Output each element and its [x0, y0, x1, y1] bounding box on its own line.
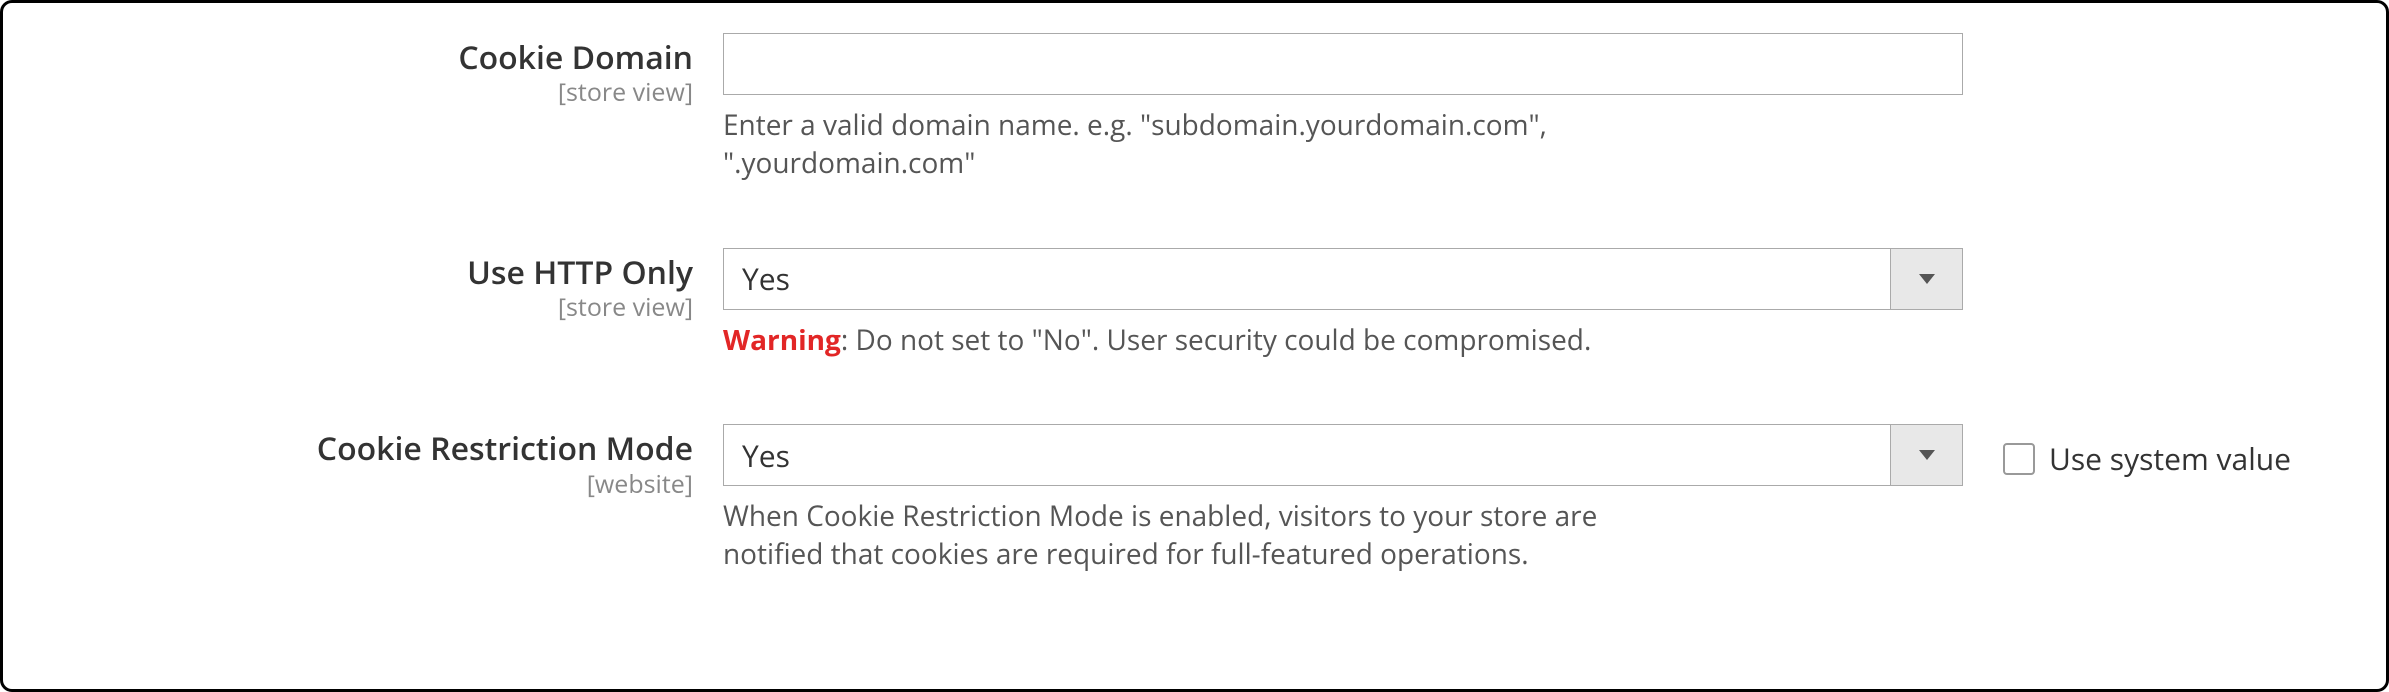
help-text: Enter a valid domain name. e.g. "subdoma…	[723, 107, 1673, 183]
field-scope: [website]	[33, 469, 693, 499]
use-http-only-select[interactable]: Yes	[723, 248, 1963, 310]
use-system-col: Use system value	[1963, 424, 2291, 479]
warning-body: : Do not set to "No". User security coul…	[841, 321, 1591, 359]
field-scope: [store view]	[33, 292, 693, 322]
label-col: Use HTTP Only [store view]	[33, 248, 723, 322]
field-cookie-domain: Cookie Domain [store view] Enter a valid…	[33, 33, 2356, 183]
label-col: Cookie Domain [store view]	[33, 33, 723, 107]
warning-text: Warning: Do not set to "No". User securi…	[723, 322, 1673, 360]
help-text: When Cookie Restriction Mode is enabled,…	[723, 498, 1673, 574]
cookie-domain-input[interactable]	[723, 33, 1963, 95]
field-label: Cookie Domain	[33, 39, 693, 77]
label-col: Cookie Restriction Mode [website]	[33, 424, 723, 498]
use-system-value-label: Use system value	[2049, 438, 2291, 479]
select-value: Yes	[724, 258, 1890, 299]
field-scope: [store view]	[33, 77, 693, 107]
cookie-restriction-mode-select[interactable]: Yes	[723, 424, 1963, 486]
control-col: Enter a valid domain name. e.g. "subdoma…	[723, 33, 1963, 183]
use-system-value-checkbox[interactable]	[2003, 443, 2035, 475]
chevron-down-icon	[1890, 425, 1962, 485]
select-value: Yes	[724, 435, 1890, 476]
control-col: Yes When Cookie Restriction Mode is enab…	[723, 424, 1963, 574]
warning-label: Warning	[723, 321, 841, 359]
field-label: Use HTTP Only	[33, 254, 693, 292]
config-panel: Cookie Domain [store view] Enter a valid…	[0, 0, 2389, 692]
field-cookie-restriction-mode: Cookie Restriction Mode [website] Yes Wh…	[33, 424, 2356, 574]
field-label: Cookie Restriction Mode	[33, 430, 693, 468]
control-col: Yes Warning: Do not set to "No". User se…	[723, 248, 1963, 360]
field-use-http-only: Use HTTP Only [store view] Yes Warning: …	[33, 248, 2356, 360]
chevron-down-icon	[1890, 249, 1962, 309]
